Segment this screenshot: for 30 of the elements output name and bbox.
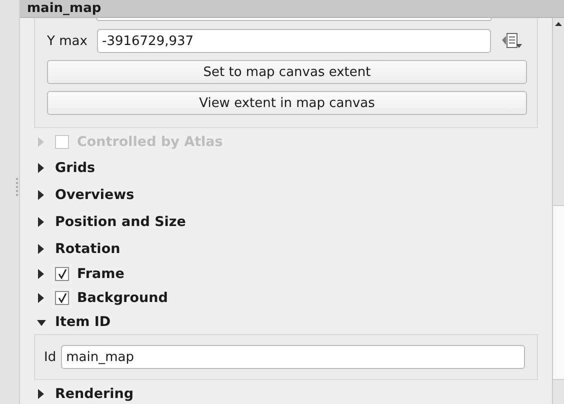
- id-input-field[interactable]: main_map: [61, 345, 526, 369]
- y-max-input-field[interactable]: -3916729,937: [97, 29, 491, 53]
- scrollbar-thumb[interactable]: [553, 205, 564, 380]
- section-header[interactable]: Item ID: [55, 314, 111, 330]
- field-label: Id: [44, 350, 56, 364]
- section-header[interactable]: Frame: [77, 266, 124, 282]
- extent-button[interactable]: View extent in map canvas: [47, 91, 527, 115]
- section-header[interactable]: Rendering: [55, 386, 134, 402]
- expand-arrow-icon[interactable]: [37, 216, 46, 226]
- expand-arrow-icon[interactable]: [37, 293, 46, 303]
- panel-title: main_map: [20, 0, 564, 18]
- section-header[interactable]: Overviews: [55, 186, 134, 202]
- splitter-grip-icon[interactable]: [16, 178, 20, 196]
- collapse-arrow-icon[interactable]: [37, 317, 46, 327]
- checkbox[interactable]: [55, 291, 69, 305]
- section-header[interactable]: Background: [77, 290, 168, 306]
- extent-button[interactable]: Set to map canvas extent: [47, 60, 527, 84]
- expand-arrow-icon[interactable]: [37, 190, 46, 200]
- scroll-up-icon[interactable]: [555, 22, 562, 26]
- expand-arrow-icon[interactable]: [37, 269, 46, 279]
- scrollbar[interactable]: [552, 18, 564, 404]
- data-defined-icon[interactable]: [501, 32, 523, 50]
- expand-arrow-icon[interactable]: [37, 162, 46, 172]
- field-label: Y max: [47, 34, 88, 48]
- expand-arrow-icon[interactable]: [37, 388, 46, 398]
- section-header[interactable]: Grids: [55, 160, 96, 176]
- checkbox[interactable]: [55, 267, 69, 281]
- section-header[interactable]: Rotation: [55, 240, 120, 256]
- expand-arrow-icon[interactable]: [37, 244, 46, 254]
- section-header[interactable]: Position and Size: [55, 214, 186, 230]
